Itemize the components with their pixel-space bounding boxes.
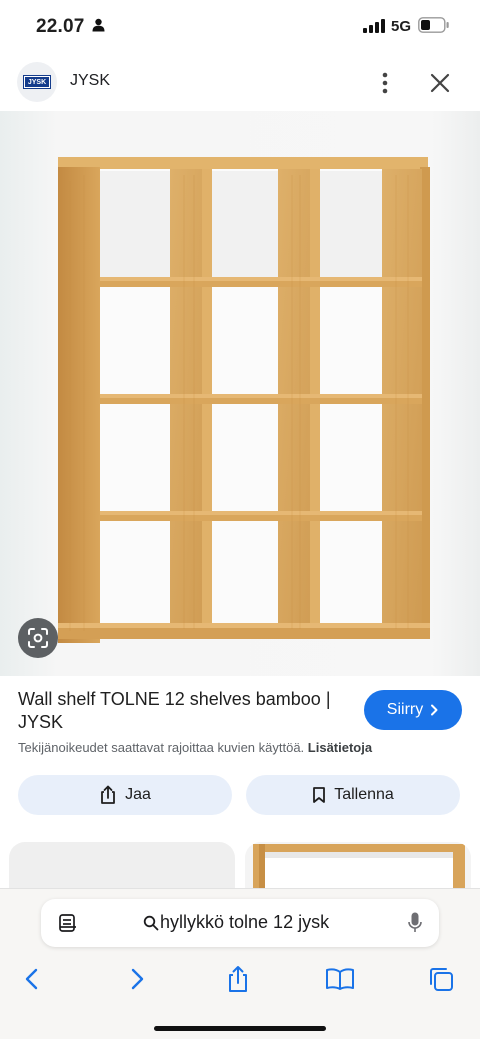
- network-label: 5G: [391, 18, 412, 35]
- tabs-button[interactable]: [424, 962, 458, 996]
- copyright-text: Tekijänoikeudet saattavat rajoittaa kuvi…: [18, 740, 305, 755]
- home-indicator: [154, 1026, 326, 1031]
- lens-icon: [28, 628, 48, 648]
- visit-label: Siirry: [386, 701, 424, 718]
- reader-icon[interactable]: [58, 913, 78, 933]
- browser-share-button[interactable]: [221, 962, 255, 996]
- mic-icon[interactable]: [407, 911, 423, 935]
- forward-icon: [131, 968, 144, 990]
- search-icon: [143, 915, 159, 931]
- back-button[interactable]: [15, 962, 49, 996]
- bookmarks-button[interactable]: [323, 962, 357, 996]
- product-image[interactable]: [0, 111, 480, 676]
- product-title[interactable]: Wall shelf TOLNE 12 shelves bamboo | JYS…: [18, 688, 353, 734]
- address-bar[interactable]: hyllykkö tolne 12 jysk: [41, 899, 439, 947]
- share-icon: [101, 785, 115, 804]
- source-header: JYSK JYSK: [0, 56, 480, 110]
- copyright-notice: Tekijänoikeudet saattavat rajoittaa kuvi…: [18, 740, 468, 755]
- close-icon: [430, 73, 450, 93]
- share-icon: [229, 966, 247, 992]
- back-icon: [25, 968, 38, 990]
- share-button[interactable]: Jaa: [18, 775, 232, 815]
- more-info-link[interactable]: Lisätietoja: [308, 740, 372, 755]
- visit-button[interactable]: Siirry: [364, 690, 462, 730]
- signal-icon: [363, 19, 385, 38]
- more-vert-icon: [382, 72, 388, 94]
- logo-text: JYSK: [23, 75, 51, 89]
- more-options-button[interactable]: [370, 68, 400, 98]
- forward-button[interactable]: [120, 962, 154, 996]
- status-time: 22.07: [36, 16, 85, 37]
- site-logo[interactable]: JYSK: [17, 62, 57, 102]
- save-label: Tallenna: [334, 786, 394, 803]
- save-button[interactable]: Tallenna: [246, 775, 460, 815]
- shelf-illustration: [0, 111, 480, 676]
- status-bar: 22.07 5G: [0, 0, 480, 56]
- bookmark-icon: [313, 787, 326, 803]
- bookmarks-icon: [326, 968, 354, 990]
- person-icon: [92, 18, 105, 37]
- address-text: hyllykkö tolne 12 jysk: [160, 912, 330, 932]
- battery-icon: [418, 17, 450, 38]
- close-button[interactable]: [424, 67, 456, 99]
- screen: 22.07 5G JYSK JYSK Wall shelf TOLNE 12 s…: [0, 0, 480, 1039]
- chevron-right-icon: [431, 704, 438, 716]
- lens-button[interactable]: [18, 618, 58, 658]
- site-name[interactable]: JYSK: [70, 72, 110, 90]
- browser-toolbar: hyllykkö tolne 12 jysk: [0, 888, 480, 1039]
- share-label: Jaa: [125, 786, 151, 803]
- tabs-icon: [430, 968, 453, 991]
